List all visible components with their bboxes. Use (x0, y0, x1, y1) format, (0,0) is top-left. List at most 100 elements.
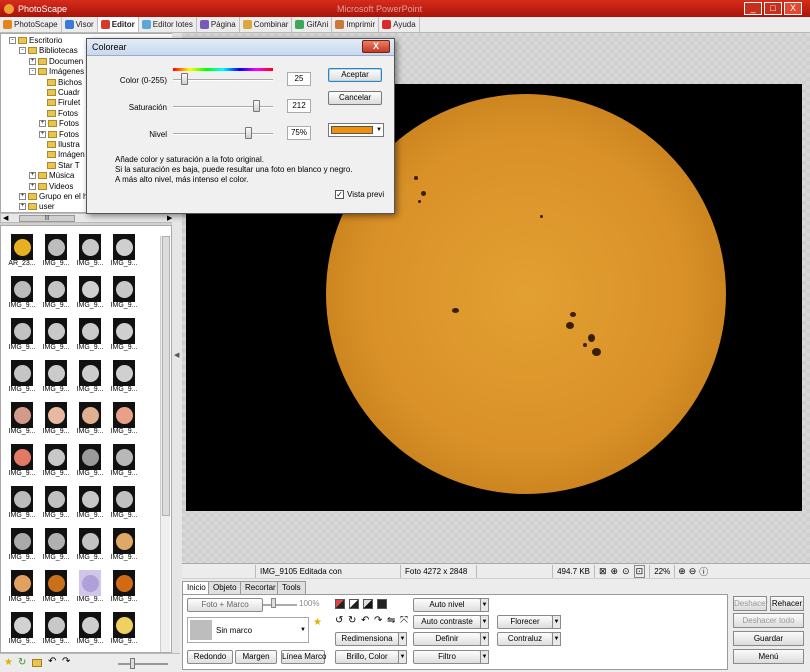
thumbnail-item[interactable]: IMG_9... (41, 318, 71, 353)
tree-expand-toggle[interactable]: + (19, 203, 26, 211)
tree-expand-toggle[interactable]: - (19, 47, 26, 55)
rounded-button[interactable]: Redondo (187, 650, 233, 664)
forward-icon[interactable]: ↷ (62, 656, 70, 667)
resize-button[interactable]: Redimensiona (335, 632, 399, 646)
thumbnail-item[interactable]: IMG_9... (75, 528, 105, 563)
menu-tab-photoscape[interactable]: PhotoScape (0, 17, 62, 32)
filter-button[interactable]: Filtro (413, 650, 481, 664)
panel-tab-recortar[interactable]: Recortar (240, 581, 281, 594)
tree-item[interactable]: - Escritorio (9, 36, 62, 45)
menu-tab-ayuda[interactable]: Ayuda (379, 17, 420, 32)
panel-tab-tools[interactable]: Tools (277, 581, 306, 594)
tree-expand-toggle[interactable]: + (39, 130, 46, 138)
thumbnail-item[interactable]: AR_23... (7, 234, 37, 269)
sharpen-dropdown[interactable]: ▼ (480, 632, 489, 646)
tree-item[interactable]: + Grupo en el h (19, 192, 87, 201)
panel-tab-inicio[interactable]: Inicio (182, 581, 211, 594)
auto-level-button[interactable]: Auto nivel (413, 598, 481, 612)
level-slider[interactable] (173, 133, 273, 135)
tree-expand-toggle[interactable]: + (29, 57, 36, 65)
info-icon[interactable]: ⓘ (699, 565, 708, 578)
tree-expand-toggle[interactable]: + (19, 193, 26, 200)
saturation-slider-thumb[interactable] (253, 100, 260, 112)
menu-tab-p-gina[interactable]: Página (197, 17, 240, 32)
tree-item[interactable]: + user (19, 202, 55, 211)
thumbnail-item[interactable]: IMG_9... (7, 318, 37, 353)
thumbnail-item[interactable]: IMG_9... (109, 402, 139, 437)
auto-contrast-dropdown[interactable]: ▼ (480, 615, 489, 629)
tree-item[interactable]: Star T (47, 161, 80, 170)
color-tone-icon[interactable] (335, 599, 345, 609)
tree-item[interactable]: + Documen (29, 57, 83, 66)
thumbnail-item[interactable]: IMG_9... (7, 486, 37, 521)
thumbnail-item[interactable]: IMG_9... (7, 528, 37, 563)
rotate-icon[interactable]: ↻ (18, 657, 26, 668)
menu-tab-visor[interactable]: Visor (62, 17, 98, 32)
photo-frame-button[interactable]: Foto + Marco (187, 598, 263, 612)
menu-button[interactable]: Menú (733, 649, 804, 664)
thumbnail-item[interactable]: IMG_9... (109, 360, 139, 395)
thumbnail-item[interactable]: IMG_9... (75, 318, 105, 353)
thumbnail-item[interactable]: IMG_9... (41, 444, 71, 479)
mirror-icon[interactable]: ⤧ (400, 615, 408, 626)
tree-scroll-left-arrow[interactable]: ◀ (3, 214, 8, 222)
tree-item[interactable]: + Fotos (39, 130, 79, 139)
thumbnail-item[interactable]: IMG_9... (109, 612, 139, 647)
auto-level-dropdown[interactable]: ▼ (480, 598, 489, 612)
thumbnail-item[interactable]: IMG_9... (7, 612, 37, 647)
menu-tab-editor-lotes[interactable]: Editor lotes (139, 17, 197, 32)
color-value[interactable]: 25 (287, 72, 311, 86)
thumbnail-item[interactable]: IMG_9... (75, 570, 105, 605)
thumbnail-item[interactable]: IMG_9... (41, 276, 71, 311)
thumbnail-item[interactable]: IMG_9... (75, 612, 105, 647)
splitter-arrow-icon[interactable]: ◀ (174, 351, 179, 359)
thumbnail-scroll-thumb[interactable] (162, 236, 170, 516)
tree-item[interactable]: + Videos (29, 182, 73, 191)
color-slider-thumb[interactable] (181, 73, 188, 85)
star-icon[interactable]: ★ (4, 657, 13, 668)
rotate-free-icon[interactable]: ↷ (374, 615, 382, 626)
auto-contrast-button[interactable]: Auto contraste (413, 615, 481, 629)
zoom-out-icon[interactable]: ⊖ (689, 566, 697, 577)
level-slider-thumb[interactable] (245, 127, 252, 139)
thumbnail-item[interactable]: IMG_9... (109, 528, 139, 563)
thumbnail-item[interactable]: IMG_9... (41, 528, 71, 563)
color-swatch-picker[interactable]: ▼ (328, 123, 384, 137)
bw-icon[interactable] (349, 599, 359, 609)
undo-all-button[interactable]: Deshacer todo (733, 613, 804, 628)
thumbnail-item[interactable]: IMG_9... (7, 570, 37, 605)
negative-icon[interactable] (377, 599, 387, 609)
thumbnail-item[interactable]: IMG_9... (109, 234, 139, 269)
zoom-actual-icon[interactable]: ⊕ (611, 566, 619, 577)
thumbnail-item[interactable]: IMG_9... (7, 276, 37, 311)
thumbnail-size-thumb[interactable] (130, 658, 135, 669)
save-button[interactable]: Guardar (733, 631, 804, 646)
frame-slider-thumb[interactable] (271, 598, 276, 608)
back-icon[interactable]: ↶ (48, 656, 56, 667)
dialog-close-button[interactable]: X (362, 40, 390, 53)
thumbnail-item[interactable]: IMG_9... (75, 234, 105, 269)
sharpen-button[interactable]: Definir (413, 632, 481, 646)
frame-selector[interactable]: Sin marco ▼ (187, 617, 309, 643)
margin-button[interactable]: Margen (235, 650, 277, 664)
zoom-fit-icon[interactable]: ⊡ (633, 564, 646, 578)
thumbnail-item[interactable]: IMG_9... (75, 402, 105, 437)
favorite-frame-icon[interactable]: ★ (313, 617, 322, 628)
level-value[interactable]: 75% (287, 126, 311, 140)
minimize-button[interactable]: _ (744, 2, 762, 15)
saturation-value[interactable]: 212 (287, 99, 311, 113)
fit-icon[interactable]: ⊠ (599, 566, 607, 577)
frame-line-button[interactable]: Línea Marco (281, 650, 326, 664)
color-slider[interactable] (173, 79, 273, 81)
panel-tab-objeto[interactable]: Objeto (208, 581, 242, 594)
undo-button[interactable]: Deshacer (733, 596, 768, 611)
preview-checkbox[interactable]: ✓ (335, 190, 344, 199)
thumbnail-item[interactable]: IMG_9... (41, 360, 71, 395)
tree-item[interactable]: Fotos (47, 109, 78, 118)
brightness-dropdown[interactable]: ▼ (398, 650, 407, 664)
maximize-button[interactable]: □ (764, 2, 782, 15)
tree-scroll-thumb[interactable]: ||| (19, 215, 75, 222)
cancel-button[interactable]: Cancelar (328, 91, 382, 105)
tree-item[interactable]: Imágen (47, 150, 85, 159)
thumbnail-item[interactable]: IMG_9... (7, 402, 37, 437)
